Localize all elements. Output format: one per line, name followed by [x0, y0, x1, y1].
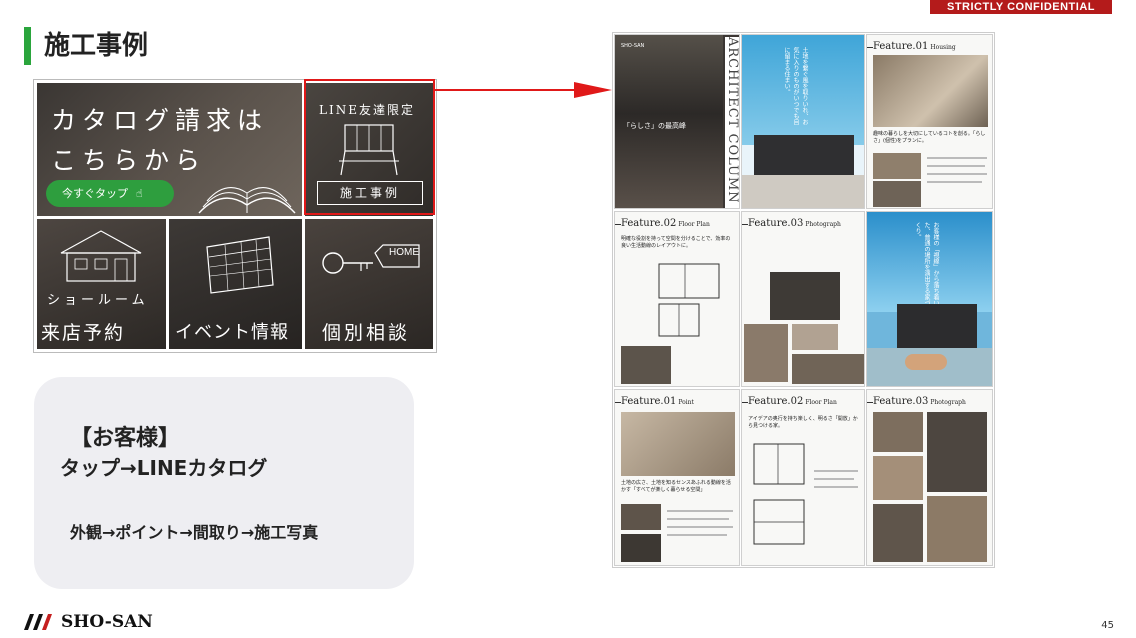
- showroom-label-line2: 来店予約: [41, 322, 126, 344]
- feature-title: Feature.03: [873, 396, 929, 407]
- feature-title: Feature.02: [621, 218, 677, 229]
- catalog-request-tile[interactable]: カタログ請求は こちらから 今すぐタップ ☝: [37, 83, 302, 216]
- living-photo: [621, 412, 735, 476]
- feature-title: Feature.02: [748, 396, 804, 407]
- feature-caption: 明確な役割を持って空間を分けることで、効率の良い生活動線のレイアウトに。: [621, 236, 731, 249]
- photo-a: [873, 412, 923, 452]
- feature-caption: 土地の広さ、土地を知るセンスあふれる動線を活かす「すべてが楽しく暮らせる空間」: [621, 480, 731, 493]
- driveway-photo: [742, 175, 864, 208]
- house-sketch-icon: [60, 230, 142, 282]
- page-title: 施工事例: [44, 31, 149, 61]
- cover-logo: SHO-SAN: [621, 43, 645, 49]
- photo-c: [792, 354, 864, 384]
- feature02-floorplan-page: Feature.02 Floor Plan 明確な役割を持って空間を分けることで、…: [614, 211, 740, 387]
- customer-note-box: [34, 377, 414, 589]
- logo-text: SHO-SAN: [61, 612, 153, 632]
- photo-a: [744, 324, 788, 382]
- photo-b: [792, 324, 838, 350]
- feature-sub: Photograph: [930, 399, 966, 406]
- highlight-box: [304, 79, 435, 215]
- individual-consultation-tile[interactable]: HOME 個別相談: [305, 219, 433, 349]
- detail-photo-1: [621, 504, 661, 530]
- feature01-housing-page: Feature.01 Housing 趣味の暮らしを大切にしているコトを創る。「ら…: [866, 34, 993, 209]
- photo-e: [927, 496, 987, 562]
- feature-title: Feature.01: [621, 396, 677, 407]
- feature-title: Feature.03: [748, 218, 804, 229]
- room-photo: [621, 346, 671, 384]
- feature-caption: アイデアの奥行を持ち楽しく、明るさ「開放」から見つける家。: [748, 416, 858, 429]
- note-subheading: タップ→LINEカタログ: [60, 456, 268, 480]
- tap-now-button[interactable]: 今すぐタップ ☝: [46, 180, 174, 207]
- feature03-photograph-page: Feature.03 Photograph: [741, 211, 865, 387]
- photo-main: [770, 272, 840, 320]
- home-tag-label: HOME: [389, 247, 419, 258]
- calendar-sketch-icon: [206, 236, 274, 294]
- feature-title: Feature.01: [873, 41, 929, 52]
- detail-photo-1: [873, 153, 921, 179]
- note-flow: 外観→ポイント→間取り→施工写真: [70, 523, 319, 542]
- cover-vertical-title: ARCHITECT COLUMN: [725, 37, 739, 208]
- catalog-title-line1: カタログ請求は: [51, 106, 269, 135]
- pointer-arrow: [434, 82, 612, 98]
- feature-sub: Photograph: [805, 221, 841, 228]
- feature-sub: Floor Plan: [678, 221, 710, 228]
- feature-sub: Point: [678, 399, 694, 406]
- event-info-label: イベント情報: [175, 322, 289, 343]
- consultation-label: 個別相談: [322, 322, 411, 344]
- feature-sub: Housing: [930, 44, 956, 51]
- hand-pointer-icon: ☝: [136, 187, 143, 200]
- event-info-tile[interactable]: イベント情報: [169, 219, 302, 349]
- interior-photo: [873, 55, 988, 127]
- showroom-reservation-tile[interactable]: ショールーム 来店予約: [37, 219, 166, 349]
- confidential-badge: STRICTLY CONFIDENTIAL: [930, 0, 1112, 14]
- catalog-title-line2: こちらから: [51, 146, 207, 175]
- floor-plan-drawing: [753, 443, 805, 545]
- logo-mark-icon: [24, 614, 52, 630]
- detail-photo-2: [621, 534, 661, 562]
- company-logo: SHO-SAN: [24, 613, 153, 631]
- photo-b: [927, 412, 987, 492]
- photo-d: [873, 504, 923, 562]
- detail-photo-2: [873, 181, 921, 207]
- feature-caption: 趣味の暮らしを大切にしているコトを創る。「らしさ」(個性)をプランに。: [873, 131, 986, 144]
- cover-column-text: 土地を繋ぐ風を取りいれ、お気に入りのものがいつでも目に留まる住まい。: [783, 47, 808, 125]
- photo-c: [873, 456, 923, 500]
- dark-house-photo: [897, 304, 977, 348]
- feature01-point-page: Feature.01 Point 土地の広さ、土地を知るセンスあふれる動線を活かす…: [614, 389, 740, 566]
- exterior-column-text: お客様の「視線」から落ち着いた、普通の場所を演出する家づくり。: [914, 222, 939, 306]
- catalog-cover-page: SHO-SAN 「らしさ」の最高峰 ARCHITECT COLUMN: [614, 34, 740, 209]
- page-number: 45: [1101, 620, 1114, 631]
- catalog-page-grid: SHO-SAN 「らしさ」の最高峰 ARCHITECT COLUMN 土地を繋ぐ…: [612, 32, 995, 568]
- tap-now-label: 今すぐタップ: [62, 187, 128, 200]
- cover-quote: 「らしさ」の最高峰: [623, 122, 686, 130]
- house-photo: [754, 135, 854, 175]
- ground: [867, 348, 992, 386]
- exterior-car-page: お客様の「視線」から落ち着いた、普通の場所を演出する家づくり。: [866, 211, 993, 387]
- showroom-label-line1: ショールーム: [47, 293, 149, 308]
- open-book-icon: [198, 187, 296, 214]
- floor-plan-drawing: [658, 263, 720, 337]
- feature-sub: Floor Plan: [805, 399, 837, 406]
- title-accent-bar: [24, 27, 31, 65]
- feature03-photograph-page-2: Feature.03 Photograph: [866, 389, 993, 566]
- note-heading: 【お客様】: [70, 426, 181, 451]
- catalog-exterior-page: 土地を繋ぐ風を取りいれ、お気に入りのものがいつでも目に留まる住まい。: [741, 34, 865, 209]
- feature02-floorplan-page-2: Feature.02 Floor Plan アイデアの奥行を持ち楽しく、明るさ「開…: [741, 389, 865, 566]
